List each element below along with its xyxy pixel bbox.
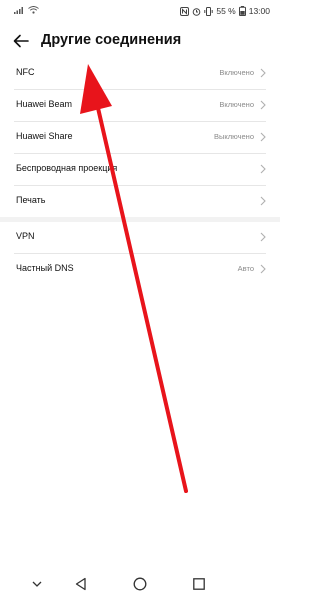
chevron-right-icon	[260, 164, 266, 174]
back-triangle-icon[interactable]	[73, 576, 89, 592]
settings-section-network: VPN Частный DNS Авто	[0, 222, 280, 285]
setting-row-huawei-share[interactable]: Huawei Share Выключено	[14, 122, 266, 154]
chevron-right-icon	[260, 68, 266, 78]
chevron-right-icon	[260, 232, 266, 242]
setting-label: VPN	[16, 231, 35, 241]
setting-label: Частный DNS	[16, 263, 74, 273]
setting-label: Huawei Beam	[16, 99, 73, 109]
battery-percent: 55 %	[216, 6, 236, 16]
collapse-icon[interactable]	[29, 576, 45, 592]
setting-label: Беспроводная проекция	[16, 163, 118, 173]
setting-row-nfc[interactable]: NFC Включено	[14, 58, 266, 90]
setting-label: Huawei Share	[16, 131, 73, 141]
status-left	[14, 6, 39, 14]
setting-row-printing[interactable]: Печать	[14, 186, 266, 217]
setting-label: NFC	[16, 67, 35, 77]
navigation-bar	[0, 570, 280, 600]
back-arrow-icon[interactable]	[12, 32, 30, 50]
setting-row-huawei-beam[interactable]: Huawei Beam Включено	[14, 90, 266, 122]
chevron-right-icon	[260, 264, 266, 274]
chevron-right-icon	[260, 196, 266, 206]
setting-value: Авто	[237, 264, 254, 273]
setting-label: Печать	[16, 195, 46, 205]
status-right: 55 % 13:00	[180, 6, 270, 16]
wifi-icon	[28, 6, 39, 14]
setting-row-private-dns[interactable]: Частный DNS Авто	[14, 254, 266, 285]
battery-icon	[238, 6, 246, 16]
setting-row-wireless-projection[interactable]: Беспроводная проекция	[14, 154, 266, 186]
setting-value: Включено	[219, 100, 254, 109]
clock: 13:00	[248, 6, 270, 16]
settings-section-connections: NFC Включено Huawei Beam Включено Huawei…	[0, 58, 280, 217]
signal-icon	[14, 7, 23, 14]
status-bar: 55 % 13:00	[0, 0, 280, 24]
recents-square-icon[interactable]	[191, 576, 207, 592]
nfc-icon	[180, 6, 190, 16]
alarm-icon	[193, 7, 201, 16]
chevron-right-icon	[260, 132, 266, 142]
header: Другие соединения	[0, 24, 280, 58]
page-title: Другие соединения	[41, 32, 182, 48]
chevron-right-icon	[260, 100, 266, 110]
vibrate-icon	[204, 6, 214, 16]
setting-value: Выключено	[214, 132, 254, 141]
setting-value: Включено	[219, 68, 254, 77]
setting-row-vpn[interactable]: VPN	[14, 222, 266, 254]
home-circle-icon[interactable]	[132, 576, 148, 592]
